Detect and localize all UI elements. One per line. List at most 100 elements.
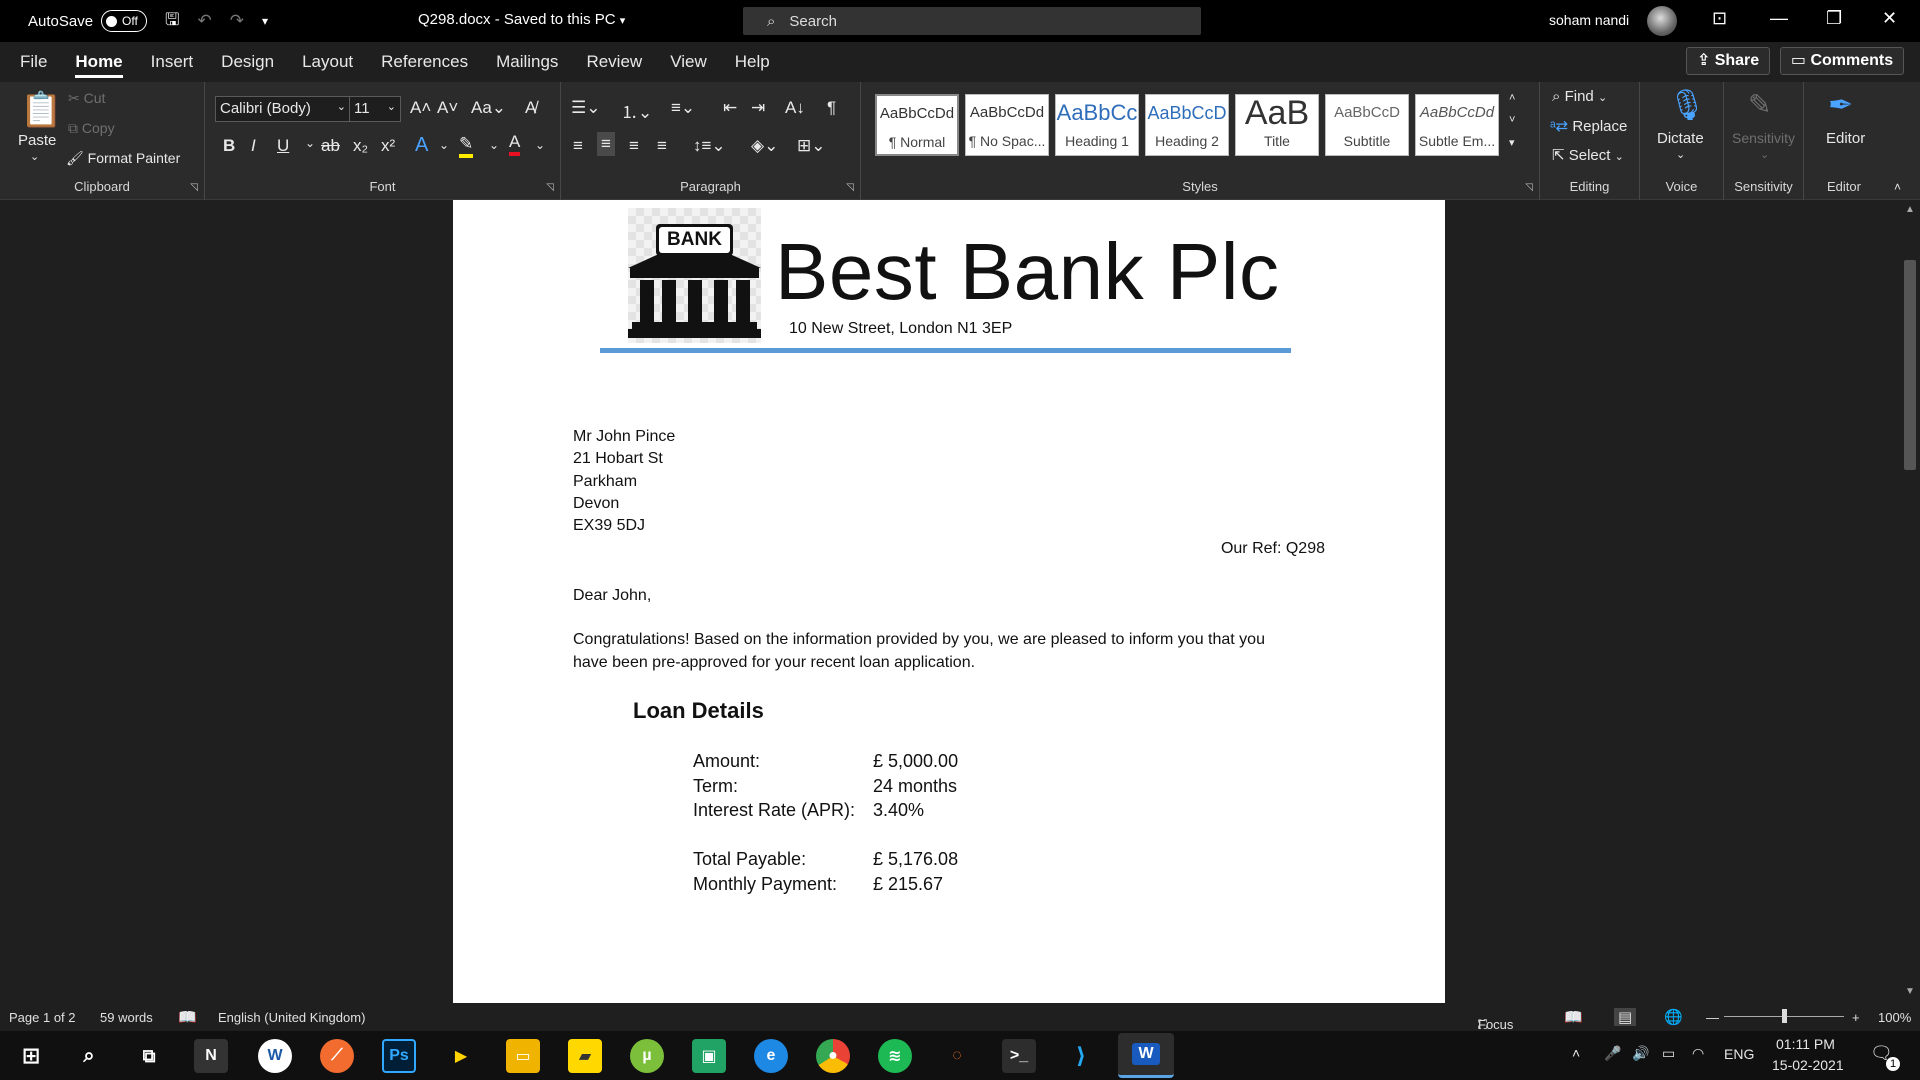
wordweb-icon[interactable]: W	[258, 1039, 292, 1073]
page-count[interactable]: Page 1 of 2	[9, 1010, 76, 1025]
file-explorer-icon[interactable]: ▭	[506, 1039, 540, 1073]
scroll-up-icon[interactable]: ▲	[1905, 204, 1915, 215]
style-subtle-emphasis[interactable]: AaBbCcDd Subtle Em...	[1415, 94, 1499, 156]
sticky-notes-icon[interactable]: ▰	[568, 1039, 602, 1073]
grow-font-icon[interactable]: A˄	[410, 98, 431, 118]
paste-button[interactable]: Paste	[18, 132, 56, 149]
customize-qat-icon[interactable]: ▾	[262, 14, 268, 28]
italic-icon[interactable]: I	[251, 136, 256, 156]
compass-app-icon[interactable]: ⟋	[320, 1039, 354, 1073]
language-status[interactable]: English (United Kingdom)	[218, 1010, 365, 1025]
tab-layout[interactable]: Layout	[288, 42, 367, 82]
superscript-icon[interactable]: x²	[381, 136, 395, 156]
bold-icon[interactable]: B	[223, 136, 235, 156]
collapse-ribbon-icon[interactable]: ˄	[1894, 180, 1901, 194]
photoshop-icon[interactable]: Ps	[382, 1039, 416, 1073]
dialog-launcher-icon[interactable]: ◹	[1525, 182, 1533, 193]
tab-home[interactable]: Home	[61, 42, 136, 82]
paste-icon[interactable]: 📋	[20, 90, 62, 130]
scrollbar-thumb[interactable]	[1904, 260, 1916, 470]
chevron-down-icon[interactable]: ⌄	[439, 138, 449, 152]
ribbon-display-icon[interactable]: ⊡	[1712, 8, 1727, 29]
clock-time[interactable]: 01:11 PM	[1776, 1036, 1835, 1052]
task-view-icon[interactable]: ⧉	[132, 1039, 166, 1073]
chevron-down-icon[interactable]: ⌄	[305, 136, 315, 150]
shrink-font-icon[interactable]: A˅	[437, 98, 458, 118]
align-right-icon[interactable]: ≡	[629, 136, 639, 156]
cut-button[interactable]: ✂ Cut	[68, 90, 105, 107]
chrome-icon[interactable]: ●	[816, 1039, 850, 1073]
find-button[interactable]: ⌕ Find ⌄	[1552, 88, 1607, 105]
change-case-icon[interactable]: Aa⌄	[471, 98, 506, 118]
style-heading-1[interactable]: AaBbCc Heading 1	[1055, 94, 1139, 156]
show-formatting-icon[interactable]: ¶	[827, 98, 836, 118]
tab-mailings[interactable]: Mailings	[482, 42, 572, 82]
input-language[interactable]: ENG	[1724, 1046, 1754, 1062]
notion-icon[interactable]: N	[194, 1039, 228, 1073]
battery-icon[interactable]: ▭	[1662, 1045, 1675, 1062]
spotify-icon[interactable]: ≋	[878, 1039, 912, 1073]
align-center-icon[interactable]: ≡	[597, 132, 615, 156]
style-heading-2[interactable]: AaBbCcD Heading 2	[1145, 94, 1229, 156]
document-title[interactable]: Q298.docx - Saved to this PC ▾	[418, 11, 625, 28]
microphone-icon[interactable]: 🎙	[1668, 88, 1706, 123]
zoom-slider-thumb[interactable]	[1782, 1009, 1787, 1023]
redo-icon[interactable]: ↷	[230, 11, 244, 31]
more-styles-icon[interactable]: ▾	[1509, 136, 1515, 149]
media-player-icon[interactable]: ▶	[444, 1039, 478, 1073]
zoom-out-icon[interactable]: —	[1706, 1010, 1719, 1025]
windows-start-icon[interactable]: ⊞	[14, 1039, 48, 1073]
comments-button[interactable]: ▭ Comments	[1780, 47, 1904, 75]
scroll-down-icon[interactable]: ▼	[1905, 986, 1915, 997]
numbering-icon[interactable]: ⒈⌄	[621, 98, 652, 123]
editor-button[interactable]: Editor	[1826, 130, 1865, 147]
shading-icon[interactable]: ◈⌄	[751, 136, 778, 156]
clock-date[interactable]: 15-02-2021	[1772, 1057, 1844, 1073]
style-subtitle[interactable]: AaBbCcD Subtitle	[1325, 94, 1409, 156]
tab-design[interactable]: Design	[207, 42, 288, 82]
format-painter-button[interactable]: 🖌 Format Painter	[66, 150, 180, 167]
autosave-toggle[interactable]: Off	[101, 10, 148, 32]
dialog-launcher-icon[interactable]: ◹	[546, 182, 554, 193]
font-name-select[interactable]: Calibri (Body) ⌄	[215, 96, 351, 122]
wifi-icon[interactable]: ◠	[1692, 1045, 1704, 1062]
vscode-icon[interactable]: ⟩	[1064, 1039, 1098, 1073]
chevron-down-icon[interactable]: ⌄	[1676, 148, 1685, 161]
scroll-up-icon[interactable]: ˄	[1509, 92, 1515, 104]
user-name[interactable]: soham nandi	[1549, 12, 1629, 28]
share-button[interactable]: ⇪ Share	[1686, 47, 1770, 75]
align-left-icon[interactable]: ≡	[573, 136, 583, 156]
tab-view[interactable]: View	[656, 42, 721, 82]
web-layout-icon[interactable]: 🌐	[1664, 1008, 1683, 1026]
terminal-icon[interactable]: >_	[1002, 1039, 1036, 1073]
jupyter-icon[interactable]: ◌	[940, 1039, 974, 1073]
proofing-icon[interactable]: 📖	[178, 1008, 197, 1026]
restore-icon[interactable]: ❐	[1826, 8, 1842, 29]
chevron-down-icon[interactable]: ⌄	[535, 138, 545, 152]
highlight-icon[interactable]: ✎	[459, 134, 474, 158]
tab-file[interactable]: File	[6, 42, 61, 82]
search-icon[interactable]: ⌕	[72, 1039, 106, 1073]
dialog-launcher-icon[interactable]: ◹	[190, 182, 198, 193]
text-effects-icon[interactable]: A	[415, 134, 428, 157]
subscript-icon[interactable]: x₂	[353, 136, 368, 156]
green-app-icon[interactable]: ▣	[692, 1039, 726, 1073]
edge-icon[interactable]: e	[754, 1039, 788, 1073]
word-taskbar-icon[interactable]: W	[1118, 1033, 1174, 1078]
font-color-icon[interactable]: A	[509, 132, 521, 156]
save-icon[interactable]: 🖫	[165, 7, 179, 36]
microphone-tray-icon[interactable]: 🎤	[1604, 1045, 1621, 1062]
borders-icon[interactable]: ⊞⌄	[797, 136, 826, 156]
tab-references[interactable]: References	[367, 42, 482, 82]
zoom-in-icon[interactable]: +	[1852, 1010, 1860, 1025]
dictate-button[interactable]: Dictate	[1657, 130, 1704, 147]
tab-review[interactable]: Review	[572, 42, 656, 82]
decrease-indent-icon[interactable]: ⇤	[723, 98, 737, 118]
style-title[interactable]: AaB Title	[1235, 94, 1319, 156]
copy-button[interactable]: ⧉ Copy	[68, 120, 115, 137]
document-page[interactable]: BANK Best Bank Plc 10 New Street, London…	[453, 200, 1445, 1003]
search-input[interactable]: ⌕ Search	[743, 7, 1201, 35]
increase-indent-icon[interactable]: ⇥	[751, 98, 765, 118]
underline-icon[interactable]: U	[277, 136, 289, 156]
bullets-icon[interactable]: ☰⌄	[571, 98, 600, 118]
